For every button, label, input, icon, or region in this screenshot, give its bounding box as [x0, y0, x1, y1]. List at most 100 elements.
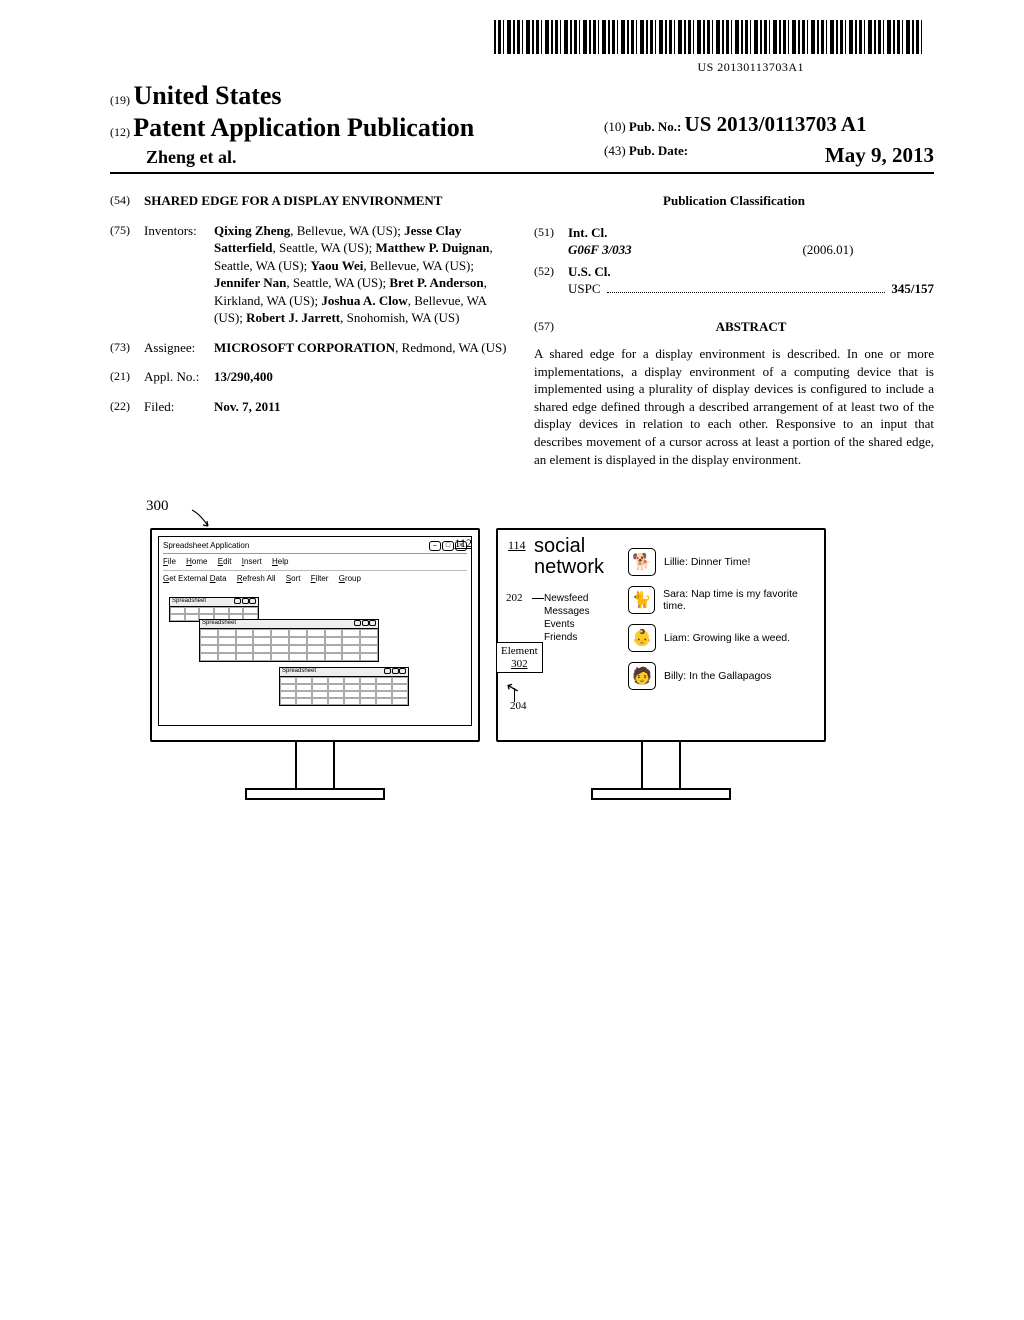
code-57: (57) — [534, 318, 568, 346]
inventor-location: , Bellevue, WA (US); — [363, 258, 474, 273]
inventor-name: Matthew P. Duignan — [376, 240, 490, 255]
monitor-stand — [295, 742, 335, 790]
feed-item: 🐈 Sara: Nap time is my favorite time. — [628, 586, 818, 614]
nav-items: Newsfeed Messages Events Friends — [544, 592, 590, 644]
assignee-content: MICROSOFT CORPORATION, Redmond, WA (US) — [214, 339, 510, 357]
uspc-connector — [607, 283, 886, 293]
inventor-name: Yaou Wei — [311, 258, 364, 273]
code-19: (19) — [110, 93, 130, 107]
code-10: (10) — [604, 119, 626, 134]
abstract-heading: ABSTRACT — [568, 318, 934, 336]
uspc-label: USPC — [568, 280, 601, 298]
minimize-icon[interactable]: – — [429, 541, 441, 551]
menu-file[interactable]: FFileile — [163, 557, 176, 566]
menu-insert[interactable]: Insert — [242, 557, 262, 566]
feed-avatar-icon: 🐈 — [628, 586, 655, 614]
sub-sheet-title: Spreadsheet — [172, 598, 206, 606]
nav-messages[interactable]: Messages — [544, 605, 590, 618]
element-callout: Element 302 — [496, 642, 543, 673]
inventors-list: Qixing Zheng, Bellevue, WA (US); Jesse C… — [214, 222, 510, 327]
barcode-graphic — [494, 20, 924, 54]
code-21: (21) — [110, 368, 144, 386]
code-73: (73) — [110, 339, 144, 357]
invention-title: SHARED EDGE FOR A DISPLAY ENVIRONMENT — [144, 192, 510, 210]
toolbar-filter[interactable]: Filter — [311, 574, 329, 583]
feed-avatar-icon: 👶 — [628, 624, 656, 652]
toolbar-group[interactable]: Group — [339, 574, 361, 583]
app-title: Spreadsheet Application — [163, 541, 249, 550]
monitor-base — [591, 788, 731, 800]
nav-newsfeed[interactable]: Newsfeed — [544, 592, 590, 605]
uspc-value: 345/157 — [891, 280, 934, 298]
ref-300: 300 — [146, 498, 169, 515]
inventor-location: , Snohomish, WA (US) — [340, 310, 459, 325]
menu-home[interactable]: Home — [186, 557, 207, 566]
left-column: (54) SHARED EDGE FOR A DISPLAY ENVIRONME… — [110, 192, 510, 468]
feed-avatar-icon: 🐕 — [628, 548, 656, 576]
close-icon[interactable]: × — [455, 541, 467, 551]
figure-area: 300 112 Spreadsheet Application –□× — [110, 498, 934, 818]
social-title-2: network — [534, 557, 604, 578]
code-43: (43) — [604, 143, 626, 158]
feed-item: 🧑 Billy: In the Gallapagos — [628, 662, 818, 690]
assignee-label: Assignee: — [144, 339, 214, 357]
inventor-name: Qixing Zheng — [214, 223, 290, 238]
code-54: (54) — [110, 192, 144, 210]
ref-114: 114 — [508, 538, 526, 553]
feed-avatar-icon: 🧑 — [628, 662, 656, 690]
cursor-icon: ↖ — [504, 677, 522, 700]
code-22: (22) — [110, 398, 144, 416]
toolbar-refresh[interactable]: Refresh All — [237, 574, 276, 583]
toolbar-getdata[interactable]: Get External Data — [163, 574, 227, 583]
document-type: Patent Application Publication — [133, 113, 474, 142]
pubdate-value: May 9, 2013 — [825, 143, 934, 168]
sub-spreadsheet-2: Spreadsheet — [199, 619, 379, 662]
pubdate-label: Pub. Date: — [629, 143, 688, 158]
barcode-number: US 20130113703A1 — [110, 60, 924, 75]
uscl-label: U.S. Cl. — [568, 263, 934, 281]
menubar: FFileile Home Edit Insert Help — [163, 557, 467, 566]
maximize-icon[interactable]: □ — [442, 541, 454, 551]
feed-text: Sara: Nap time is my favorite time. — [663, 588, 818, 612]
window-controls: –□× — [428, 540, 467, 551]
menu-help[interactable]: Help — [272, 557, 288, 566]
feed-text: Liam: Growing like a weed. — [664, 632, 790, 644]
menu-edit[interactable]: Edit — [218, 557, 232, 566]
toolbar-sort[interactable]: Sort — [286, 574, 301, 583]
spreadsheet-window: Spreadsheet Application –□× FFileile Hom… — [158, 536, 472, 726]
nav-friends[interactable]: Friends — [544, 631, 590, 644]
feed-text: Billy: In the Gallapagos — [664, 670, 771, 682]
abstract-body: A shared edge for a display environment … — [534, 345, 934, 468]
filed-value: Nov. 7, 2011 — [214, 398, 510, 416]
feed-list: 🐕 Lillie: Dinner Time! 🐈 Sara: Nap time is … — [628, 548, 818, 700]
intcl-date: (2006.01) — [803, 241, 854, 259]
inventors-label: Inventors: — [144, 222, 214, 327]
feed-text: Lillie: Dinner Time! — [664, 556, 750, 568]
nav-events[interactable]: Events — [544, 618, 590, 631]
code-12: (12) — [110, 125, 130, 139]
pubno-label: Pub. No.: — [629, 119, 681, 134]
code-75: (75) — [110, 222, 144, 327]
right-column: Publication Classification (51) Int. Cl.… — [534, 192, 934, 468]
monitor-stand — [641, 742, 681, 790]
pubclass-heading: Publication Classification — [534, 192, 934, 210]
inventor-name: Bret P. Anderson — [389, 275, 483, 290]
authors-line: Zheng et al. — [146, 147, 594, 168]
sub-sheet-title: Spreadsheet — [282, 668, 316, 676]
assignee-name: MICROSOFT CORPORATION — [214, 340, 395, 355]
sub-sheet-title: Spreadsheet — [202, 620, 236, 628]
country-name: United States — [134, 81, 282, 110]
inventor-location: , Bellevue, WA (US); — [290, 223, 404, 238]
toolbar: Get External Data Refresh All Sort Filte… — [163, 570, 467, 583]
document-header: (19) United States (12) Patent Applicati… — [110, 81, 934, 174]
social-title: social network — [534, 536, 604, 578]
feed-item: 👶 Liam: Growing like a weed. — [628, 624, 818, 652]
applno-label: Appl. No.: — [144, 368, 214, 386]
inventor-name: Jennifer Nan — [214, 275, 286, 290]
inventor-location: , Seattle, WA (US); — [286, 275, 389, 290]
ref-204: 204 — [510, 700, 527, 712]
ref-202: 202 — [506, 592, 523, 604]
intcl-label: Int. Cl. — [568, 224, 934, 242]
monitor-right: 114 social network 202 Newsfeed Messages… — [496, 528, 826, 800]
barcode-block: US 20130113703A1 — [110, 20, 934, 75]
